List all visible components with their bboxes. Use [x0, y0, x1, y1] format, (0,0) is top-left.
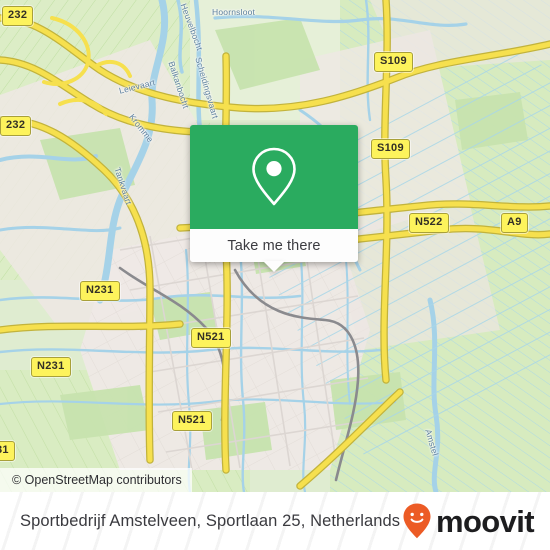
- popup-action-bar[interactable]: Take me there: [190, 229, 358, 272]
- osm-attribution-text: © OpenStreetMap contributors: [12, 473, 182, 487]
- popup-tail: [263, 261, 285, 272]
- moovit-wordmark: moovit: [435, 503, 535, 539]
- moovit-pin-icon: [403, 503, 431, 539]
- footer-bar: Sportbedrijf Amstelveen, Sportlaan 25, N…: [0, 492, 550, 550]
- moovit-logo[interactable]: moovit: [402, 492, 535, 550]
- road-shield: N521: [191, 328, 231, 348]
- road-shield: N522: [409, 213, 449, 233]
- road-shield: 232: [2, 6, 34, 26]
- map-pin-icon: [252, 147, 296, 206]
- osm-attribution[interactable]: © OpenStreetMap contributors: [0, 468, 192, 492]
- road-shield: A9: [501, 213, 528, 233]
- road-shield: S109: [371, 139, 410, 159]
- location-popup[interactable]: Take me there: [190, 125, 358, 272]
- road-shield: S109: [374, 52, 413, 72]
- page-title: Sportbedrijf Amstelveen, Sportlaan 25, N…: [20, 511, 401, 530]
- road-shield: 232: [0, 116, 32, 136]
- road-shield: 31: [0, 441, 15, 461]
- moovit-map-card: Hoornsloot Heuvelbocht Balkanbocht Scheidin…: [0, 0, 550, 550]
- road-shield: N231: [31, 357, 71, 377]
- road-shield: N231: [80, 281, 120, 301]
- map-canvas[interactable]: Hoornsloot Heuvelbocht Balkanbocht Scheidin…: [0, 0, 550, 492]
- road-shield: N521: [172, 411, 212, 431]
- popup-header: [190, 125, 358, 229]
- take-me-there-button[interactable]: Take me there: [227, 238, 320, 254]
